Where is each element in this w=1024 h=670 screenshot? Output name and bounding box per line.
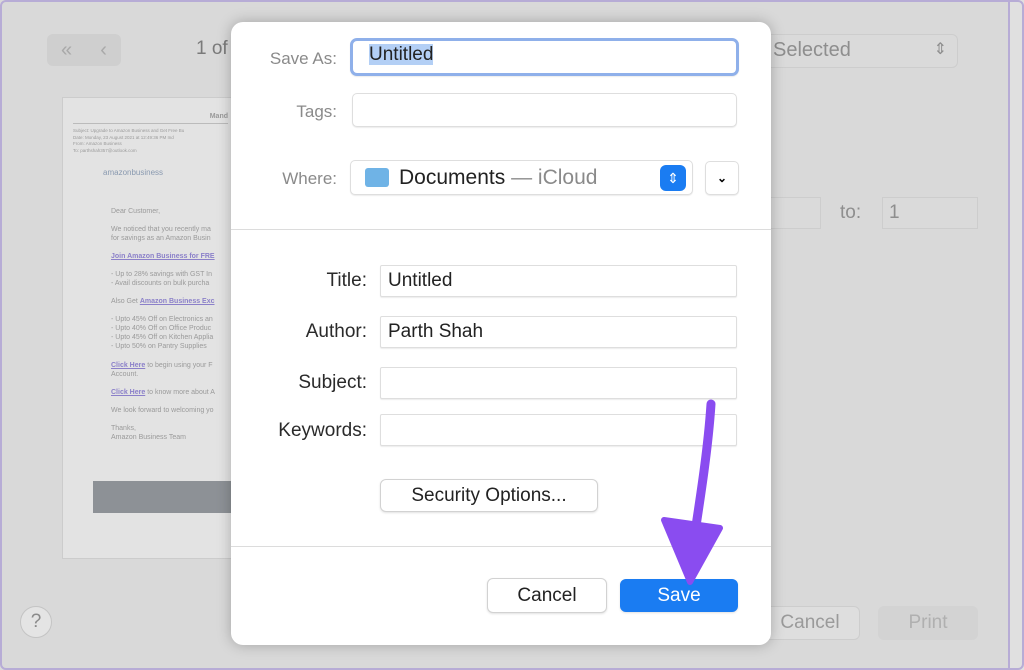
annotation-arrow-icon bbox=[661, 399, 723, 585]
